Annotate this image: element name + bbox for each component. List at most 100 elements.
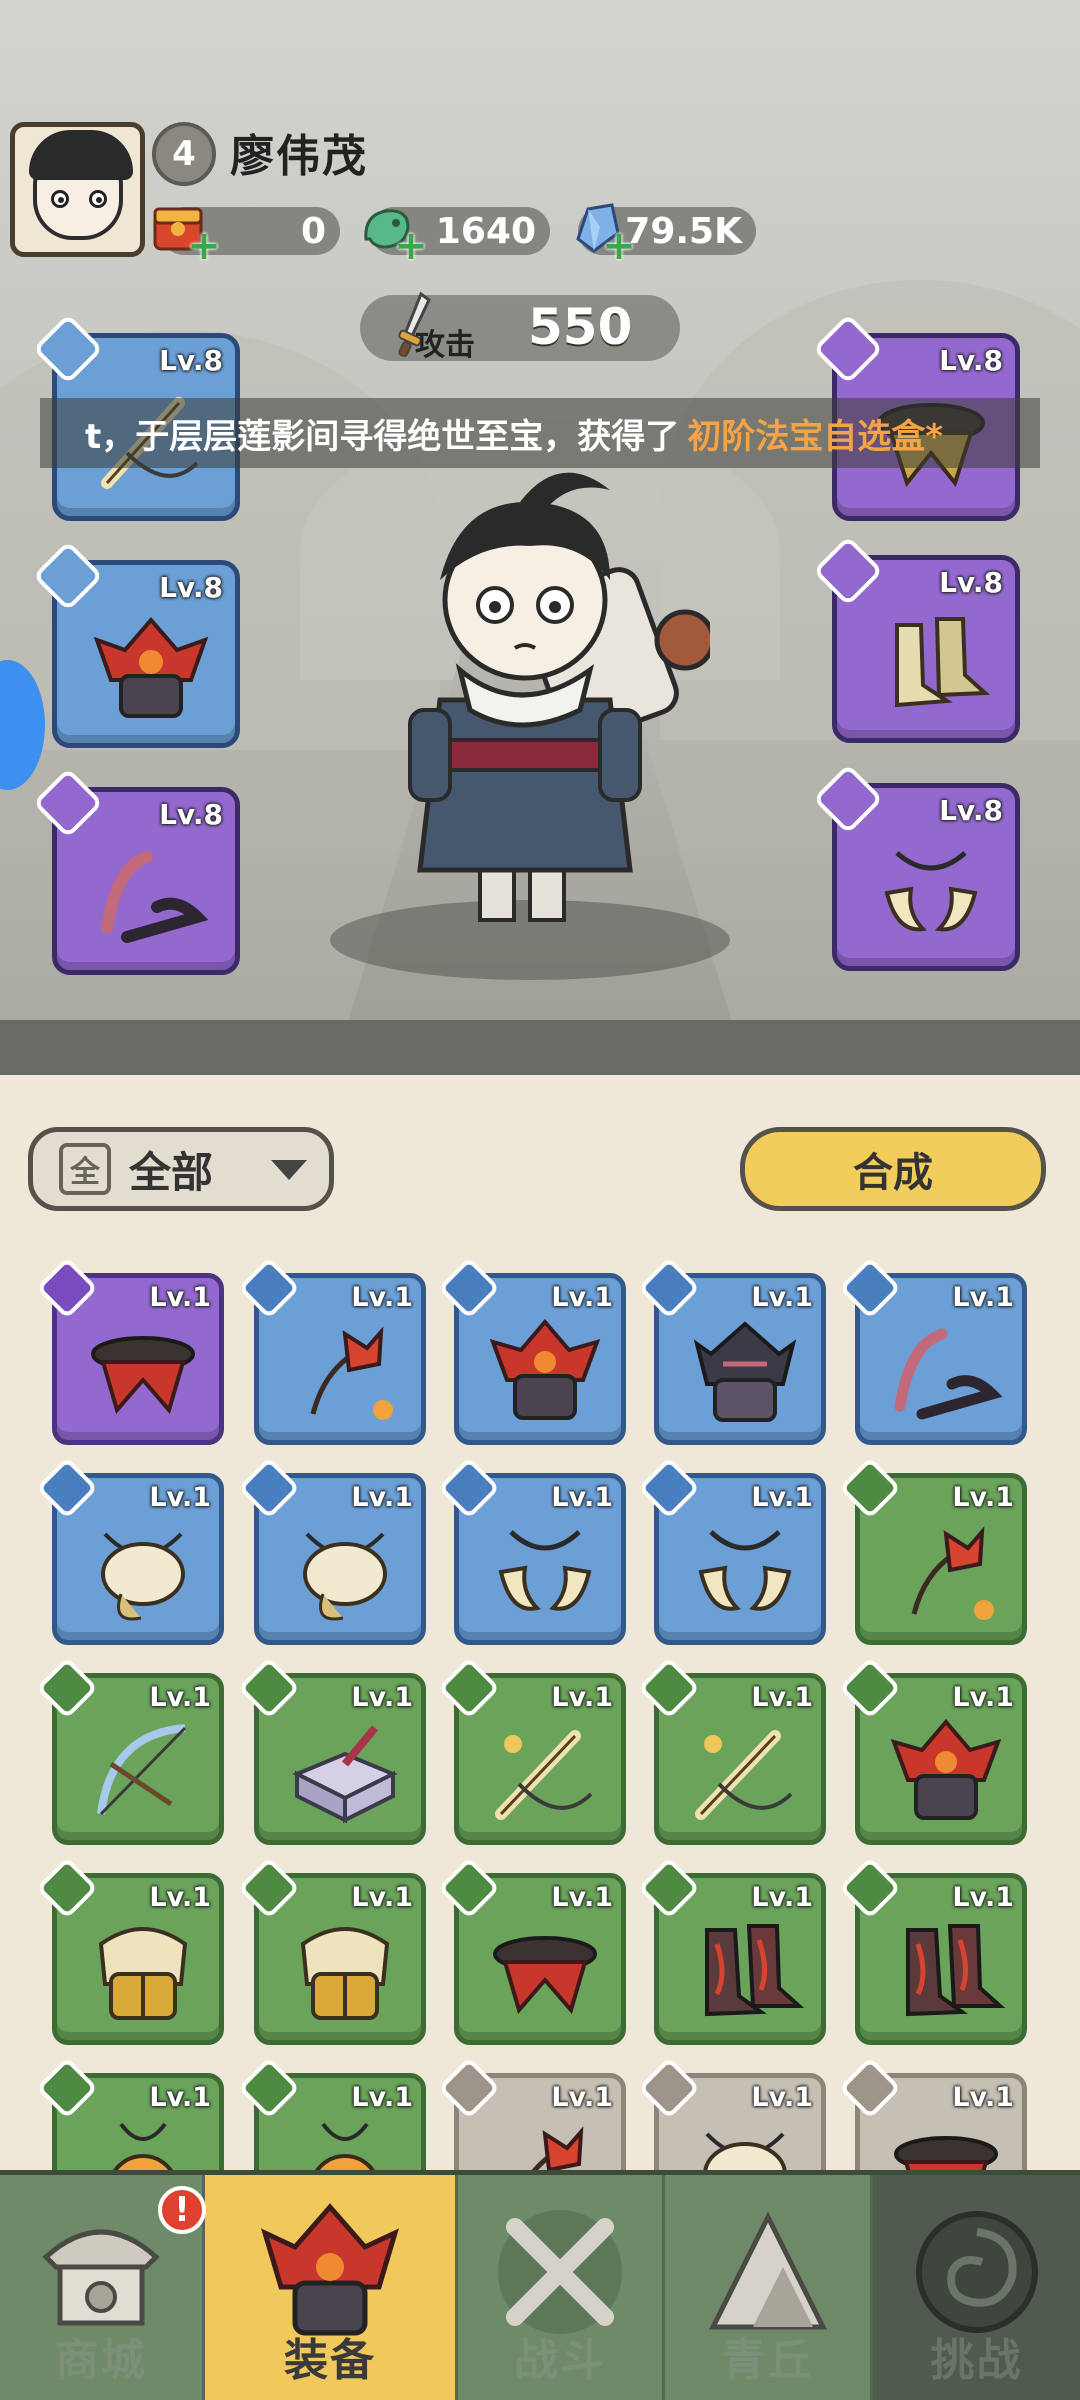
inventory-item[interactable]: Lv.1 [437, 1256, 626, 1445]
inventory-item[interactable]: Lv.1 [237, 1256, 426, 1445]
jade-dragon-icon[interactable]: + [352, 197, 428, 266]
avatar-face-icon [28, 129, 133, 240]
inventory-item[interactable]: Lv.1 [35, 1856, 224, 2045]
filter-label: 全部 [129, 1147, 214, 1197]
golden-armor-icon [98, 1927, 188, 2020]
tab-challenge[interactable]: 挑战 [873, 2175, 1080, 2400]
equip-slot-necklace[interactable]: Lv.8 [32, 767, 240, 975]
slot-level: Lv.8 [159, 798, 223, 831]
item-level: Lv.1 [751, 1282, 813, 1313]
inventory-item[interactable]: Lv.1 [838, 1456, 1027, 1645]
add-crystal-button[interactable]: + [602, 226, 636, 266]
add-red-envelope-button[interactable]: + [187, 226, 221, 266]
inventory-item[interactable]: Lv.1 [637, 1856, 826, 2045]
flower-whip-icon [310, 1326, 393, 1420]
crystal-icon[interactable]: + [560, 197, 636, 266]
shell-necklace-icon [303, 1532, 387, 1621]
item-level: Lv.1 [952, 1482, 1014, 1513]
tab-battle[interactable]: 战斗 [458, 2175, 665, 2400]
inventory-item[interactable]: Lv.1 [35, 1256, 224, 1445]
ticker-message: t，于层层莲影间寻得绝世至宝，获得了 [85, 416, 680, 457]
inventory-item[interactable]: Lv.1 [437, 1856, 626, 2045]
inventory-item[interactable]: Lv.1 [637, 1656, 826, 1845]
filter-all-icon: 全 [59, 1143, 111, 1195]
golden-armor-icon [300, 1927, 390, 2020]
tab-qingqiu[interactable]: 青丘 [665, 2175, 873, 2400]
vortex-icon [915, 2211, 1038, 2333]
item-level: Lv.1 [351, 2082, 413, 2113]
item-level: Lv.1 [751, 1482, 813, 1513]
item-level: Lv.1 [551, 2082, 613, 2113]
chevron-down-icon [271, 1160, 307, 1180]
item-level: Lv.1 [551, 1682, 613, 1713]
slot-level: Lv.8 [939, 794, 1003, 827]
tab-equipment[interactable]: 装备 [205, 2175, 458, 2400]
inventory-item[interactable]: Lv.1 [637, 1456, 826, 1645]
item-level: Lv.1 [149, 1682, 211, 1713]
add-jade-button[interactable]: + [394, 226, 428, 266]
attack-label: 攻击 [415, 328, 475, 363]
resource-value: 0 [300, 210, 326, 252]
inventory-item[interactable]: Lv.1 [35, 1656, 224, 1845]
crossed-swords-icon [498, 2210, 622, 2334]
slot-level: Lv.8 [159, 571, 223, 604]
shell-necklace-icon [101, 1532, 185, 1621]
inventory-item[interactable]: Lv.1 [437, 1656, 626, 1845]
equip-slot-ring[interactable]: Lv.8 [812, 763, 1020, 971]
item-level: Lv.1 [751, 2082, 813, 2113]
item-level: Lv.1 [351, 1482, 413, 1513]
mountain-icon [708, 2211, 827, 2330]
inventory-item[interactable]: Lv.1 [637, 1256, 826, 1445]
item-level: Lv.1 [551, 1482, 613, 1513]
item-level: Lv.1 [751, 1882, 813, 1913]
item-level: Lv.1 [149, 1482, 211, 1513]
inventory-item[interactable]: Lv.1 [35, 1456, 224, 1645]
lotus-armor-icon [93, 616, 209, 718]
slot-level: Lv.8 [939, 344, 1003, 377]
item-level: Lv.1 [149, 2082, 211, 2113]
slot-level: Lv.8 [939, 566, 1003, 599]
inventory-item[interactable]: Lv.1 [237, 1456, 426, 1645]
bow-icon [97, 1724, 187, 1816]
red-envelope-icon[interactable]: + [145, 197, 221, 266]
box-icon [292, 1725, 398, 1824]
item-level: Lv.1 [551, 1882, 613, 1913]
bone-boots-icon [895, 617, 990, 708]
shop-icon [42, 2229, 160, 2326]
inventory-item[interactable]: Lv.1 [838, 1256, 1027, 1445]
lotus-armor-icon [489, 1318, 601, 1420]
item-level: Lv.1 [351, 1682, 413, 1713]
resource-value: 79.5K [625, 210, 742, 252]
item-level: Lv.1 [551, 1282, 613, 1313]
item-level: Lv.1 [149, 1882, 211, 1913]
player-name: 廖伟茂 [230, 131, 368, 182]
fang-ring-icon [498, 1530, 592, 1611]
hero-character-icon [408, 472, 710, 922]
synthesize-button[interactable]: 合成 [740, 1127, 1046, 1211]
shop-alert-badge: ! [158, 2186, 206, 2234]
ticker-highlight: 初阶法宝自选盒* [687, 416, 944, 457]
claw-necklace-icon [894, 1328, 1003, 1420]
equip-slot-boots[interactable]: Lv.8 [812, 535, 1020, 743]
inventory-item[interactable]: Lv.1 [838, 1656, 1027, 1845]
lotus-armor-icon [890, 1718, 1002, 1820]
slot-level: Lv.8 [159, 344, 223, 377]
flame-boots-icon [705, 1924, 805, 2017]
player-avatar[interactable] [10, 122, 145, 257]
inventory-item[interactable]: Lv.1 [237, 1656, 426, 1845]
fang-ring-icon [698, 1530, 792, 1611]
inventory-item[interactable]: Lv.1 [237, 1856, 426, 2045]
equip-slot-armor[interactable]: Lv.8 [32, 540, 240, 748]
equipment-icon [261, 2203, 399, 2336]
player-level-badge: 4 [152, 122, 216, 186]
filter-dropdown[interactable]: 全 全部 [28, 1127, 334, 1211]
dark-armor-icon [693, 1321, 797, 1422]
item-level: Lv.1 [351, 1882, 413, 1913]
whip-icon [695, 1730, 793, 1820]
inventory-item[interactable]: Lv.1 [838, 1856, 1027, 2045]
inventory-item[interactable]: Lv.1 [437, 1456, 626, 1645]
item-level: Lv.1 [952, 1882, 1014, 1913]
announcement-ticker: t，于层层莲影间寻得绝世至宝，获得了 初阶法宝自选盒* [40, 398, 1040, 468]
belt-icon [91, 1336, 195, 1415]
belt-icon [493, 1936, 597, 2015]
